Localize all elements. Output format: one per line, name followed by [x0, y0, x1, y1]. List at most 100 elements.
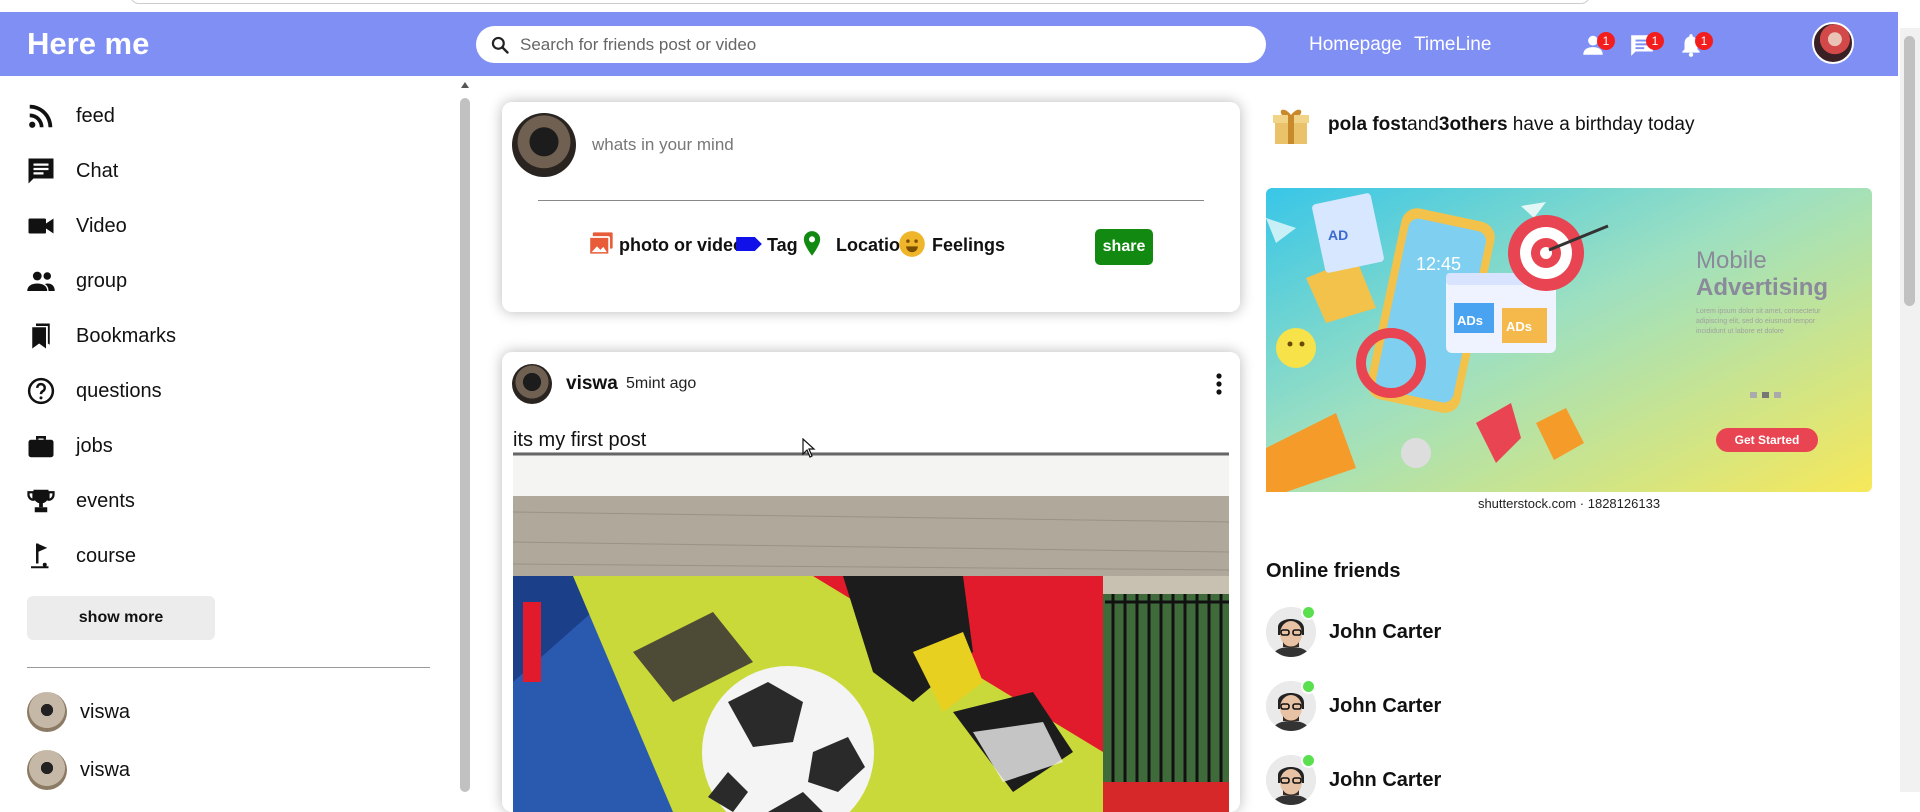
sidebar-item-feed[interactable]: feed [26, 101, 115, 131]
tag-label: Tag [767, 235, 798, 255]
post-input[interactable] [590, 132, 1190, 158]
online-friend-item[interactable]: John Carter [1266, 753, 1442, 805]
video-icon [28, 218, 54, 234]
ad-lorem-line1: Lorem ipsum dolor sit amet, consectetur [1696, 308, 1821, 315]
profile-avatar[interactable] [1812, 22, 1854, 64]
avatar[interactable] [512, 113, 576, 177]
search-icon [491, 36, 509, 54]
avatar [27, 750, 67, 790]
app-logo[interactable]: Here me [27, 26, 149, 62]
sidebar-item-label: jobs [76, 434, 113, 457]
tag-icon [736, 237, 762, 251]
group-icon [27, 271, 55, 291]
notifications-badge: 1 [1695, 32, 1713, 50]
online-friend-name: John Carter [1329, 768, 1442, 791]
share-divider [538, 200, 1204, 201]
search-bar[interactable] [476, 26, 1266, 63]
sidebar-item-course[interactable]: course [26, 541, 136, 571]
online-status-dot [1301, 605, 1316, 620]
ad-title-line2: Advertising [1696, 274, 1828, 301]
sidebar-item-label: Bookmarks [76, 324, 177, 347]
post-image[interactable] [513, 452, 1229, 812]
sidebar-item-video[interactable]: Video [26, 211, 127, 241]
feelings-label: Feelings [932, 235, 1006, 255]
topbar: Here me Homepage TimeLine 1 1 1 [0, 12, 1898, 76]
birthday-text: pola fostand3others have a birthday toda… [1328, 114, 1694, 136]
share-card: photo or video Tag Location Feelings sha… [502, 102, 1240, 312]
ad-badge-ads: ADs [1457, 313, 1483, 328]
briefcase-icon [28, 436, 54, 458]
ad-caption: shutterstock.com · 1828126133 [1477, 496, 1661, 511]
sidebar-item-bookmarks[interactable]: Bookmarks [26, 321, 176, 351]
page-scroll-thumb[interactable] [1904, 36, 1915, 306]
sidebar-item-group[interactable]: group [26, 266, 127, 296]
ad-lorem-line2: adipiscing elit, sed do eiusmod tempor [1696, 318, 1816, 325]
sidebar-divider [27, 667, 430, 668]
help-icon [27, 377, 55, 405]
avatar [27, 692, 67, 732]
gift-icon [1273, 109, 1309, 144]
online-status-dot [1301, 679, 1316, 694]
smiley-icon [899, 231, 925, 257]
ad-title-line1: Mobile [1696, 247, 1767, 274]
post-username[interactable]: viswa [566, 373, 618, 395]
rss-icon [29, 104, 53, 128]
birthday-name[interactable]: pola fost [1328, 114, 1407, 135]
more-vert-icon[interactable] [1207, 370, 1231, 398]
bookmarks-icon [32, 323, 50, 349]
sidebar-item-label: Chat [76, 159, 119, 182]
ad-phone-time: 12:45 [1416, 254, 1461, 274]
location-pin-icon [803, 231, 821, 256]
sidebar-item-label: Video [76, 214, 127, 237]
golf-icon [31, 543, 49, 569]
chat-icon [28, 158, 54, 184]
sidebar-item-questions[interactable]: questions [26, 376, 162, 406]
messages-badge: 1 [1646, 32, 1664, 50]
friend-name: viswa [80, 700, 131, 723]
advertisement-image[interactable]: AD 12:45 ADs ADs Mobile Advertising Lore… [1266, 188, 1872, 492]
friend-name: viswa [80, 758, 131, 781]
online-friend-item[interactable]: John Carter [1266, 679, 1442, 731]
birthday-others[interactable]: 3others [1439, 114, 1508, 135]
share-button[interactable]: share [1095, 229, 1153, 265]
browser-strip [0, 0, 1920, 12]
photo-video-option[interactable]: photo or video [587, 230, 744, 258]
ad-badge-ad: AD [1328, 227, 1348, 243]
ad-lorem-line3: incididunt ut labore et dolore [1696, 328, 1784, 335]
browser-address-edge [130, 0, 1590, 4]
post-time: 5mint ago [626, 375, 697, 392]
birthday-notice: pola fostand3others have a birthday toda… [1270, 104, 1694, 146]
friend-requests-badge: 1 [1597, 32, 1615, 50]
friend-item[interactable]: viswa [27, 750, 130, 790]
online-friend-name: John Carter [1329, 694, 1442, 717]
notifications-button[interactable]: 1 [1676, 26, 1713, 60]
online-friend-name: John Carter [1329, 620, 1442, 643]
ad-badge-ads2: ADs [1506, 319, 1532, 334]
show-more-button[interactable]: show more [27, 596, 215, 640]
sidebar-scrollbar[interactable] [458, 76, 472, 792]
post-card: viswa 5mint ago its my first post [502, 352, 1240, 812]
ad-get-started: Get Started [1735, 433, 1800, 447]
post-text: its my first post [513, 429, 647, 451]
friend-item[interactable]: viswa [27, 692, 130, 732]
sidebar-item-label: questions [76, 379, 162, 402]
sidebar-item-label: course [76, 544, 137, 567]
feelings-option[interactable]: Feelings [898, 230, 1005, 258]
avatar[interactable] [512, 364, 552, 404]
friend-requests-button[interactable]: 1 [1578, 26, 1615, 60]
trophy-icon [27, 489, 55, 513]
photo-icon [588, 232, 613, 256]
sidebar-scroll-thumb[interactable] [460, 98, 470, 792]
homepage-link[interactable]: Homepage [1309, 34, 1402, 56]
photo-video-label: photo or video [619, 235, 744, 255]
search-input[interactable] [518, 33, 1218, 56]
sidebar-item-chat[interactable]: Chat [26, 156, 118, 186]
messages-button[interactable]: 1 [1627, 26, 1664, 60]
sidebar-item-events[interactable]: events [26, 486, 135, 516]
online-friend-item[interactable]: John Carter [1266, 605, 1442, 657]
tag-option[interactable]: Tag [735, 230, 798, 258]
location-option[interactable]: Location [798, 230, 911, 258]
page-scrollbar[interactable] [1900, 28, 1920, 792]
sidebar-item-jobs[interactable]: jobs [26, 431, 113, 461]
timeline-link[interactable]: TimeLine [1414, 34, 1491, 56]
